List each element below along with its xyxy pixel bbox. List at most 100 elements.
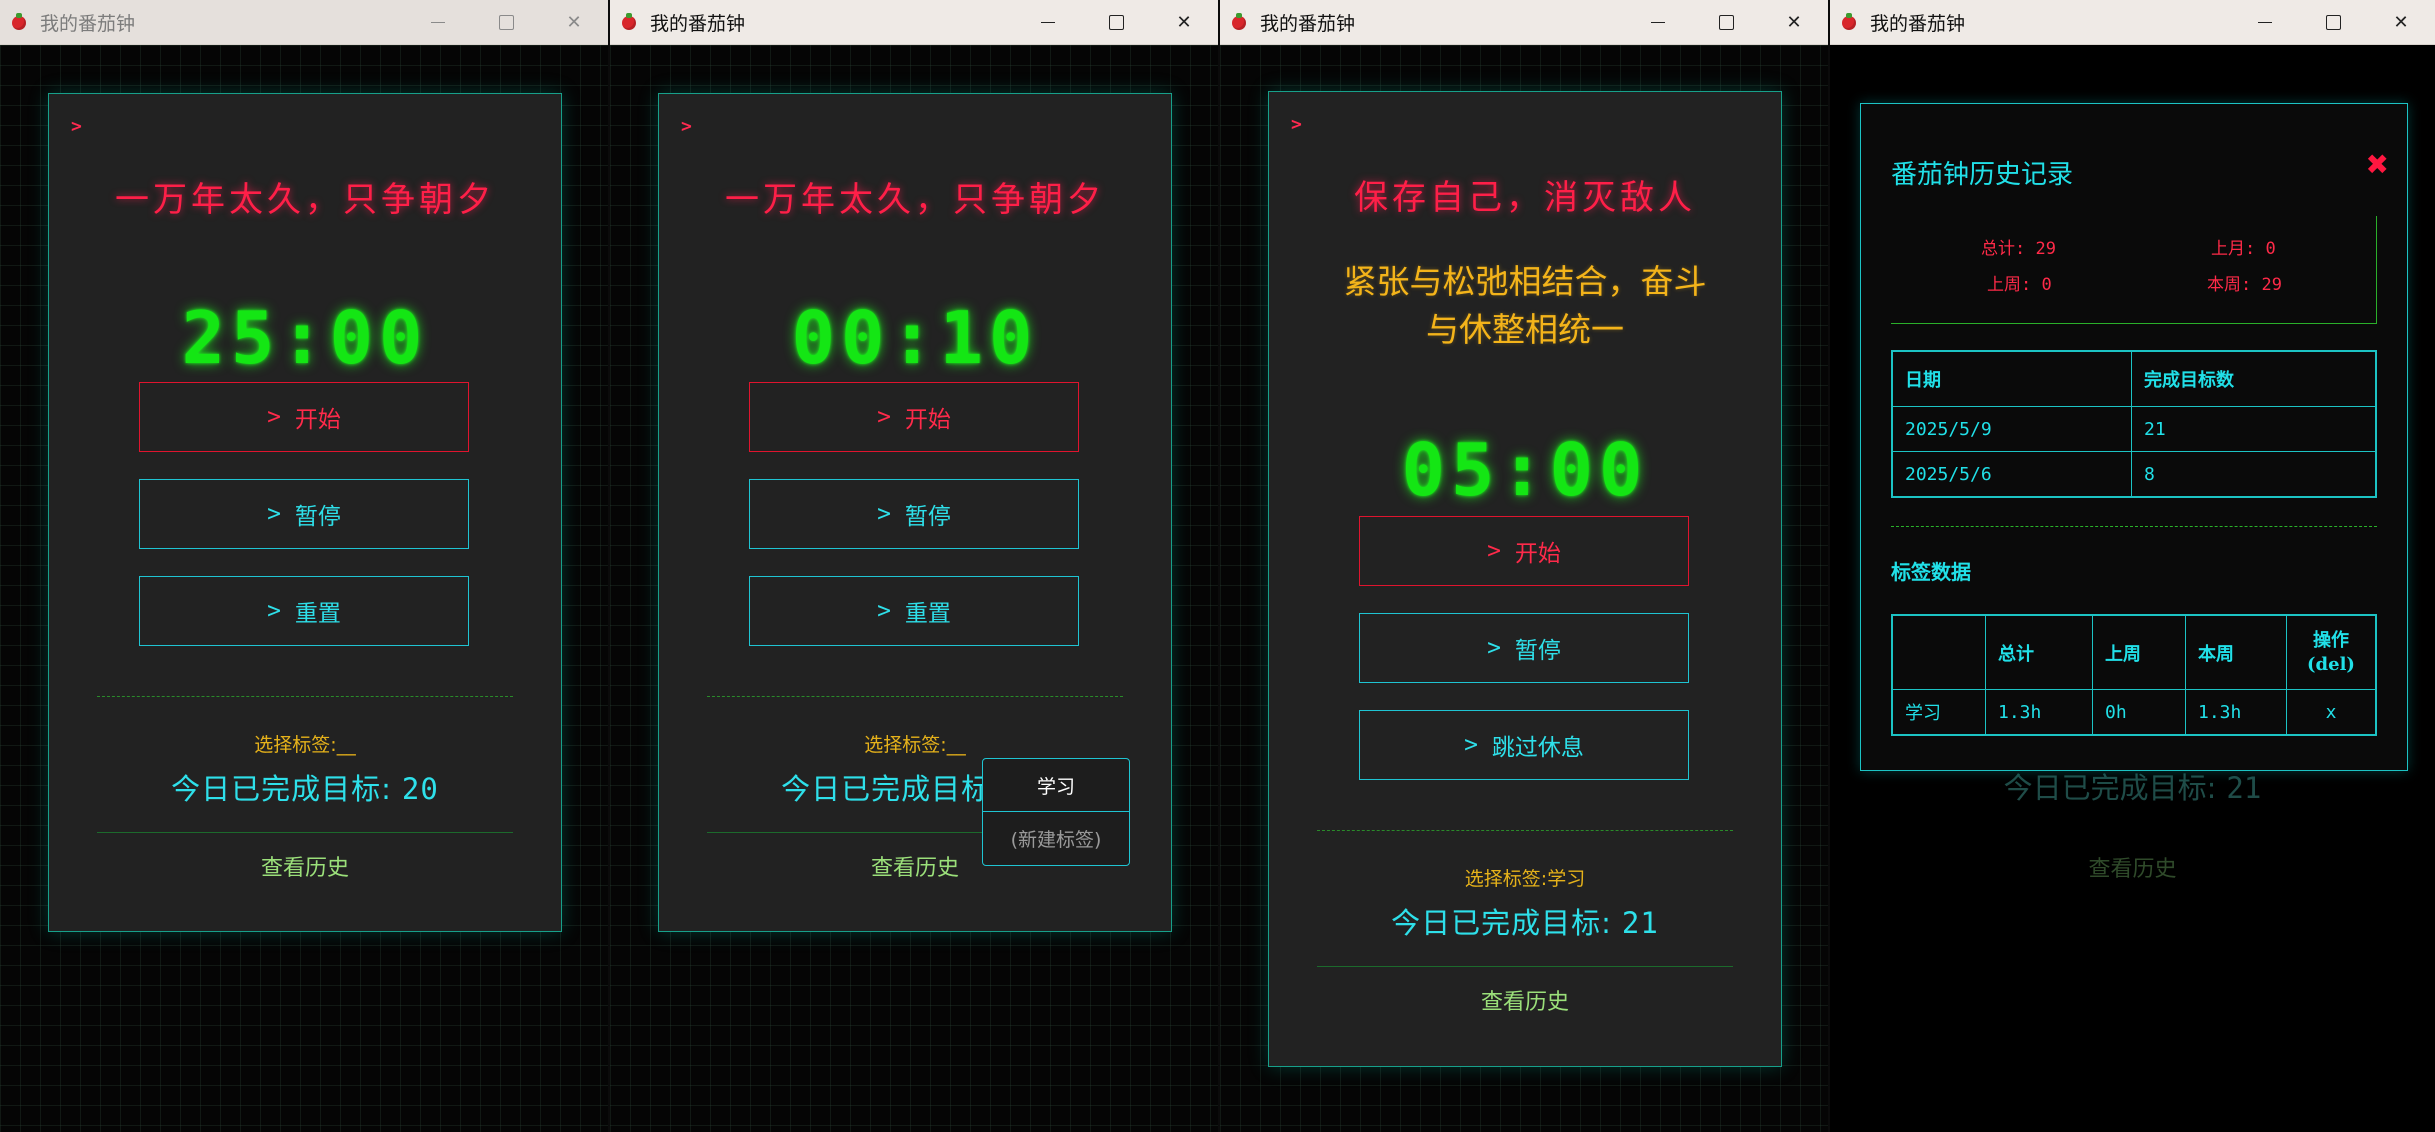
window-3: 我的番茄钟 ✕ > 保存自己，消灭敌人 紧张与松弛相结合，奋斗与休整相统一 05…	[1220, 0, 1828, 1132]
divider	[707, 696, 1123, 697]
close-icon: ✕	[1786, 11, 1802, 33]
table-row: 2025/5/6 8	[1892, 451, 2376, 497]
minimize-icon	[1041, 21, 1055, 23]
stat-last-month-value: 0	[2265, 239, 2276, 259]
stat-last-month-label: 上月:	[2211, 239, 2256, 259]
minimize-button[interactable]	[404, 0, 472, 44]
cell-count: 21	[2131, 406, 2376, 453]
header-last-week: 上周	[2092, 615, 2186, 690]
close-button[interactable]: ✕	[540, 0, 608, 44]
dialog-title: 番茄钟历史记录	[1891, 160, 2074, 190]
pause-button[interactable]: > 暂停	[749, 479, 1079, 549]
divider	[1891, 526, 2377, 527]
title-bar[interactable]: 我的番茄钟 ✕	[610, 0, 1218, 45]
close-button[interactable]: ✕	[1150, 0, 1218, 44]
close-button[interactable]: ✕	[2367, 0, 2435, 44]
start-label: 开始	[904, 407, 951, 433]
timer-display: 05:00	[1401, 428, 1649, 512]
pause-label: 暂停	[294, 504, 341, 530]
view-history-link[interactable]: 查看历史	[1269, 984, 1781, 1016]
done-label: 今日已完成目标:	[781, 772, 1002, 806]
cell-this-week: 1.3h	[2185, 689, 2287, 735]
skip-break-button[interactable]: > 跳过休息	[1359, 710, 1689, 780]
header-total: 总计	[1985, 615, 2093, 690]
done-count-text: 今日已完成目标: 20	[49, 766, 561, 808]
close-button[interactable]: ✕	[1760, 0, 1828, 44]
stat-total: 总计: 29	[1981, 234, 2056, 259]
stat-last-week-label: 上周:	[1987, 275, 2032, 295]
tag-label: 选择标签:	[254, 734, 337, 756]
start-button[interactable]: > 开始	[139, 382, 469, 452]
pause-label: 暂停	[904, 504, 951, 530]
minimize-icon	[1651, 21, 1665, 23]
dropdown-option-study[interactable]: 学习	[983, 759, 1129, 812]
start-button[interactable]: > 开始	[749, 382, 1079, 452]
maximize-button[interactable]	[1692, 0, 1760, 44]
window-title: 我的番茄钟	[1870, 12, 1966, 35]
cell-last-week: 0h	[2092, 689, 2186, 735]
header-date: 日期	[1892, 350, 2132, 408]
done-count: 20	[401, 772, 439, 806]
tag-value: 学习	[1547, 868, 1586, 890]
maximize-button[interactable]	[2299, 0, 2367, 44]
motto-text: 一万年太久，只争朝夕	[115, 180, 495, 220]
stat-this-week: 本周: 29	[2207, 270, 2282, 295]
cell-date: 2025/5/6	[1892, 451, 2132, 497]
tomato-icon	[1230, 13, 1248, 31]
tag-selector[interactable]: 选择标签:__	[49, 730, 561, 757]
title-bar[interactable]: 我的番茄钟 ✕	[1220, 0, 1828, 45]
window-2: 我的番茄钟 ✕ > 一万年太久，只争朝夕 00:10 > 开始 > 暂停 > 重置 选…	[610, 0, 1218, 1132]
divider	[97, 832, 513, 833]
client-area: 今日已完成目标: 21 查看历史 番茄钟历史记录 ✖ 总计: 29 上月: 0 上…	[1830, 45, 2435, 1132]
pause-button[interactable]: > 暂停	[139, 479, 469, 549]
close-icon: ✕	[1176, 11, 1192, 33]
table-header-row: 总计 上周 本周 操作 (del)	[1892, 615, 2376, 690]
view-history-link[interactable]: 查看历史	[49, 850, 561, 882]
motto-text: 一万年太久，只争朝夕	[725, 180, 1105, 220]
reset-button[interactable]: > 重置	[139, 576, 469, 646]
tag-data-table: 总计 上周 本周 操作 (del) 学习 1.3h 0h 1.3h x	[1891, 614, 2377, 736]
dropdown-option-new-tag[interactable]: (新建标签)	[983, 812, 1129, 864]
header-completed: 完成目标数	[2131, 350, 2376, 408]
tag-table: 总计 上周 本周 操作 (del) 学习 1.3h 0h 1.3h x	[1892, 615, 2376, 735]
header-this-week: 本周	[2185, 615, 2287, 690]
view-history-link-dimmed: 查看历史	[2088, 857, 2177, 882]
title-bar[interactable]: 我的番茄钟 ✕	[1830, 0, 2435, 45]
tag-section-title: 标签数据	[1891, 560, 1971, 584]
stat-last-week: 上周: 0	[1987, 270, 2052, 295]
reset-label: 重置	[294, 601, 341, 627]
divider	[1317, 830, 1733, 831]
pause-button[interactable]: > 暂停	[1359, 613, 1689, 683]
close-icon: ✕	[566, 11, 582, 33]
close-dialog-icon[interactable]: ✖	[2366, 148, 2389, 181]
divider	[1317, 966, 1733, 967]
table-row: 2025/5/9 21	[1892, 406, 2376, 453]
minimize-icon	[2258, 21, 2272, 23]
start-button[interactable]: > 开始	[1359, 516, 1689, 586]
tomato-icon	[1840, 13, 1858, 31]
done-label: 今日已完成目标:	[1391, 906, 1612, 940]
maximize-button[interactable]	[1082, 0, 1150, 44]
tag-selector[interactable]: 选择标签:__	[659, 730, 1171, 757]
tag-selector[interactable]: 选择标签:学习	[1269, 864, 1781, 891]
delete-tag-button[interactable]: x	[2286, 689, 2376, 735]
timer-display: 25:00	[181, 296, 429, 380]
table-row: 学习 1.3h 0h 1.3h x	[1892, 689, 2376, 735]
title-bar[interactable]: 我的番茄钟 ✕	[0, 0, 608, 45]
done-count-text-dimmed: 今日已完成目标: 21	[1830, 765, 2435, 807]
table-header-row: 日期 完成目标数	[1892, 350, 2376, 408]
maximize-icon	[2325, 14, 2341, 30]
minimize-button[interactable]	[2231, 0, 2299, 44]
done-count-text: 今日已完成目标: 21	[1269, 900, 1781, 942]
header-action: 操作 (del)	[2286, 615, 2376, 690]
reset-button[interactable]: > 重置	[749, 576, 1079, 646]
motto-text: 保存自己，消灭敌人	[1354, 178, 1696, 218]
maximize-button[interactable]	[472, 0, 540, 44]
timer-display: 00:10	[791, 296, 1039, 380]
minimize-button[interactable]	[1014, 0, 1082, 44]
skip-label: 跳过休息	[1491, 735, 1584, 761]
minimize-button[interactable]	[1624, 0, 1692, 44]
stat-last-week-value: 0	[2041, 275, 2052, 295]
client-area: > 一万年太久，只争朝夕 00:10 > 开始 > 暂停 > 重置 选择标签:__ 今…	[610, 45, 1218, 1132]
stat-last-month: 上月: 0	[2211, 234, 2276, 259]
